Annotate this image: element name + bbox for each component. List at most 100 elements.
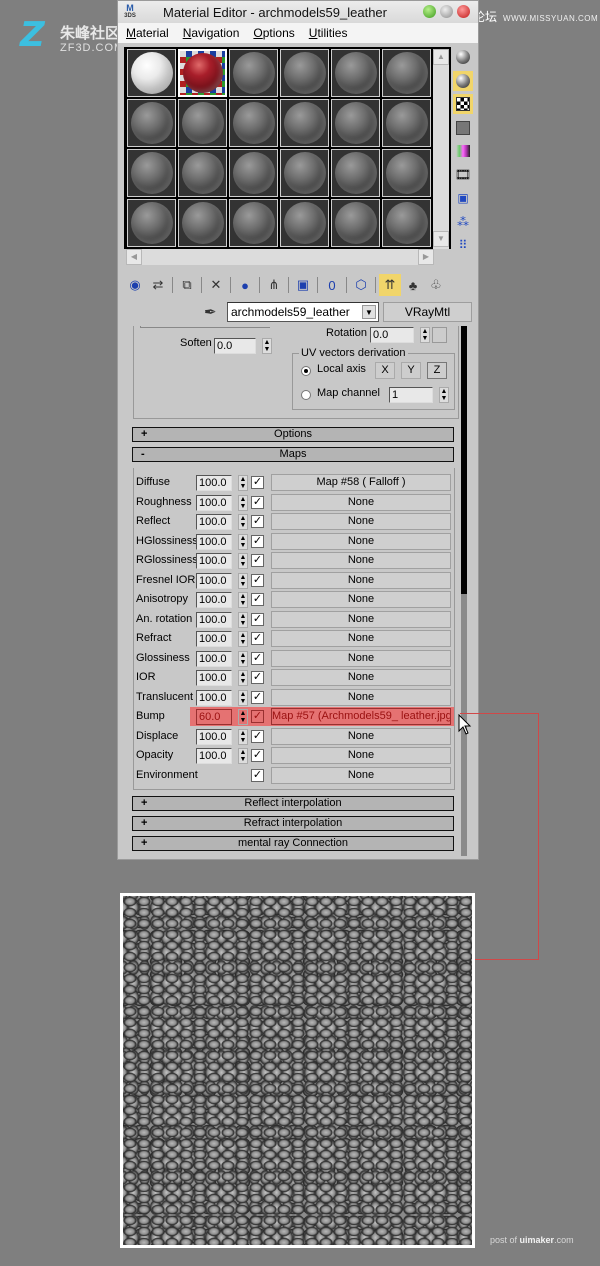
background-checker-icon[interactable] xyxy=(453,94,473,114)
sample-slot[interactable] xyxy=(280,199,329,247)
sample-slot[interactable] xyxy=(331,199,380,247)
map-enabled-checkbox[interactable]: ✓ xyxy=(251,749,264,762)
sample-slot[interactable] xyxy=(127,49,176,97)
scroll-down-button[interactable]: ▼ xyxy=(433,231,449,247)
map-button[interactable]: None xyxy=(271,630,451,647)
material-effects-channel-icon[interactable]: 0 xyxy=(321,274,343,296)
axis-y-button[interactable]: Y xyxy=(401,362,421,379)
map-amount-spinner[interactable]: ▲ ▼ xyxy=(238,514,248,530)
uv-tiling-icon[interactable] xyxy=(453,118,473,138)
make-unique-icon[interactable]: ⋔ xyxy=(263,274,285,296)
map-amount-input[interactable]: 100.0 xyxy=(196,572,232,589)
map-enabled-checkbox[interactable]: ✓ xyxy=(251,554,264,567)
rotation-input[interactable]: 0.0 xyxy=(370,327,414,343)
map-button[interactable]: None xyxy=(271,766,451,784)
map-button[interactable]: None xyxy=(271,591,451,608)
map-amount-spinner[interactable]: ▲ ▼ xyxy=(238,572,248,589)
menu-options[interactable]: Options xyxy=(253,26,294,40)
map-amount-spinner[interactable]: ▲ ▼ xyxy=(238,475,248,491)
assign-to-selection-icon[interactable]: ⧉ xyxy=(176,274,198,296)
sample-slot[interactable] xyxy=(382,199,431,247)
sample-slot[interactable] xyxy=(331,49,380,97)
select-by-material-icon[interactable]: ⁂ xyxy=(453,212,473,232)
map-enabled-checkbox[interactable]: ✓ xyxy=(251,495,264,509)
sample-slot[interactable] xyxy=(178,199,227,247)
pick-material-from-object-icon[interactable]: ✒ xyxy=(204,303,217,321)
map-enabled-checkbox[interactable]: ✓ xyxy=(251,768,264,782)
sample-slot[interactable] xyxy=(178,49,227,97)
menu-navigation[interactable]: Navigation xyxy=(183,26,240,40)
map-button[interactable]: None xyxy=(271,649,451,667)
put-to-scene-icon[interactable]: ⇄ xyxy=(147,274,169,296)
map-amount-input[interactable]: 100.0 xyxy=(196,611,232,628)
map-amount-spinner[interactable]: ▲ ▼ xyxy=(238,533,248,550)
menu-material[interactable]: Material xyxy=(126,26,169,40)
sample-slot[interactable] xyxy=(229,149,278,197)
brdf-slider-fragment[interactable] xyxy=(140,326,270,328)
map-amount-input[interactable]: 100.0 xyxy=(196,650,232,667)
map-enabled-checkbox[interactable]: ✓ xyxy=(251,710,264,723)
map-amount-spinner[interactable]: ▲ ▼ xyxy=(238,689,248,706)
axis-x-button[interactable]: X xyxy=(375,362,395,379)
soften-spinner[interactable]: ▲ ▼ xyxy=(262,338,272,354)
sample-slot[interactable] xyxy=(280,49,329,97)
material-map-navigator-icon[interactable]: ⠿ xyxy=(453,235,473,255)
map-amount-spinner[interactable]: ▲ ▼ xyxy=(238,728,248,745)
make-preview-icon[interactable]: 🎞 xyxy=(453,165,473,185)
map-enabled-checkbox[interactable]: ✓ xyxy=(251,612,264,626)
map-amount-input[interactable]: 100.0 xyxy=(196,592,232,608)
video-color-check-icon[interactable] xyxy=(453,141,473,161)
sample-slot[interactable] xyxy=(382,149,431,197)
map-button[interactable]: None xyxy=(271,669,451,686)
map-amount-input[interactable]: 60.0 xyxy=(196,709,232,725)
map-amount-input[interactable]: 100.0 xyxy=(196,533,232,550)
show-map-in-viewport-icon[interactable]: ⬡ xyxy=(350,274,372,296)
rollout-reflect-interpolation[interactable]: + Reflect interpolation xyxy=(132,796,454,811)
map-amount-spinner[interactable]: ▲ ▼ xyxy=(238,670,248,686)
map-amount-spinner[interactable]: ▲ ▼ xyxy=(238,592,248,608)
map-enabled-checkbox[interactable]: ✓ xyxy=(251,573,264,587)
sample-slot[interactable] xyxy=(229,49,278,97)
map-amount-input[interactable]: 100.0 xyxy=(196,475,232,491)
map-channel-spinner[interactable]: ▲ ▼ xyxy=(439,387,449,403)
make-copy-icon[interactable]: ● xyxy=(234,274,256,296)
map-channel-radio[interactable] xyxy=(301,390,311,400)
scroll-left-button[interactable]: ◀ xyxy=(126,249,142,265)
map-amount-input[interactable]: 100.0 xyxy=(196,670,232,686)
map-enabled-checkbox[interactable]: ✓ xyxy=(251,671,264,684)
backlight-icon[interactable] xyxy=(453,70,473,91)
sample-slot[interactable] xyxy=(127,199,176,247)
map-amount-spinner[interactable]: ▲ ▼ xyxy=(238,748,248,764)
map-amount-spinner[interactable]: ▲ ▼ xyxy=(238,709,248,725)
axis-z-button[interactable]: Z xyxy=(427,362,447,379)
map-amount-spinner[interactable]: ▲ ▼ xyxy=(238,611,248,628)
map-button[interactable]: None xyxy=(271,493,451,511)
scroll-right-button[interactable]: ▶ xyxy=(418,249,434,265)
material-type-button[interactable]: VRayMtl xyxy=(383,302,472,322)
rollout-refract-interpolation[interactable]: + Refract interpolation xyxy=(132,816,454,831)
sample-slot[interactable] xyxy=(382,99,431,147)
map-amount-input[interactable]: 100.0 xyxy=(196,689,232,706)
map-enabled-checkbox[interactable]: ✓ xyxy=(251,632,264,645)
map-button[interactable]: None xyxy=(271,610,451,628)
options-icon[interactable]: ▣ xyxy=(453,188,473,208)
map-button[interactable]: None xyxy=(271,552,451,569)
rollout-mental-ray-connection[interactable]: + mental ray Connection xyxy=(132,836,454,851)
map-button[interactable]: None xyxy=(271,747,451,764)
panel-scrollbar[interactable] xyxy=(461,326,467,856)
reset-map-icon[interactable]: ✕ xyxy=(205,274,227,296)
sample-slot[interactable] xyxy=(178,149,227,197)
map-channel-input[interactable]: 1 xyxy=(389,387,433,403)
map-amount-spinner[interactable]: ▲ ▼ xyxy=(238,553,248,569)
map-enabled-checkbox[interactable]: ✓ xyxy=(251,651,264,665)
sample-slot[interactable] xyxy=(178,99,227,147)
map-button[interactable]: Map #57 (Archmodels59_ leather.jpg) xyxy=(271,708,451,725)
local-axis-radio[interactable] xyxy=(301,366,311,376)
put-to-library-icon[interactable]: ▣ xyxy=(292,274,314,296)
sample-slot[interactable] xyxy=(280,99,329,147)
map-button[interactable]: None xyxy=(271,532,451,550)
scroll-up-button[interactable]: ▲ xyxy=(433,49,449,65)
sample-slot[interactable] xyxy=(280,149,329,197)
map-enabled-checkbox[interactable]: ✓ xyxy=(251,593,264,606)
map-button[interactable]: None xyxy=(271,727,451,745)
